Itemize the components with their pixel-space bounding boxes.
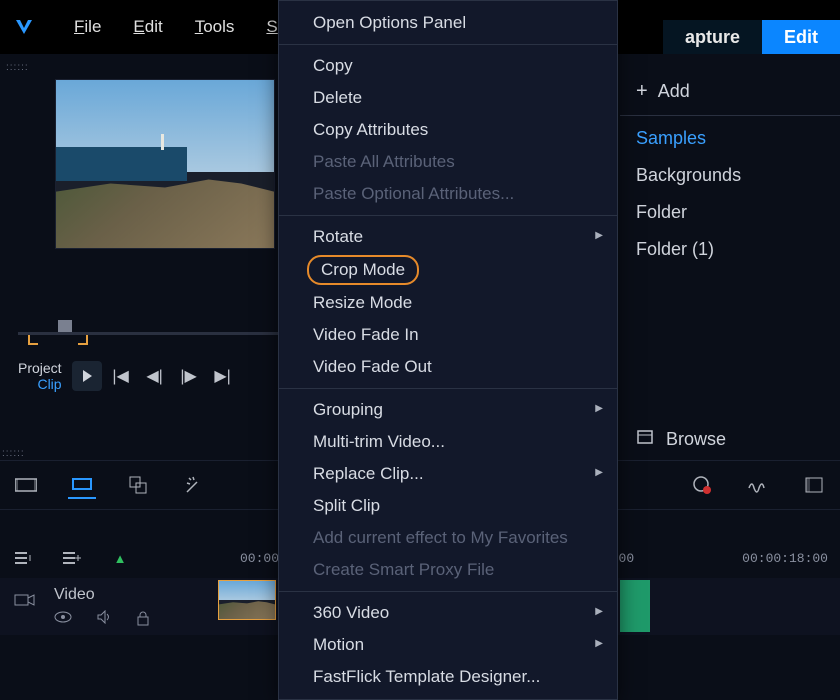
mark-out-icon[interactable] — [78, 335, 88, 345]
preview-scrubber[interactable] — [18, 320, 278, 335]
cm-fastflick[interactable]: FastFlick Template Designer... — [279, 661, 617, 693]
chapter-icon[interactable] — [800, 471, 828, 499]
storyboard-view-icon[interactable] — [12, 471, 40, 499]
track-list-icon[interactable] — [12, 546, 36, 570]
fx-tool-icon[interactable] — [180, 471, 208, 499]
preview-viewport[interactable] — [55, 79, 275, 249]
cm-add-favorite: Add current effect to My Favorites — [279, 522, 617, 554]
plus-icon: + — [636, 80, 648, 103]
library-add[interactable]: +Add — [620, 72, 840, 111]
tab-capture[interactable]: apture — [663, 20, 762, 54]
cm-rotate[interactable]: Rotate — [279, 221, 617, 253]
library-browse[interactable]: Browse — [620, 420, 840, 459]
track-audio-icon[interactable] — [96, 610, 112, 631]
library-folder-backgrounds[interactable]: Backgrounds — [620, 157, 840, 194]
timeline-view-icon[interactable] — [68, 471, 96, 499]
playback-controls: Project Clip |◀ ◀| |▶ ▶| — [18, 360, 238, 392]
cm-grouping[interactable]: Grouping — [279, 394, 617, 426]
mode-project-label[interactable]: Project — [18, 360, 62, 376]
workspace-tabs: apture Edit — [663, 20, 840, 54]
go-end-button[interactable]: ▶| — [208, 361, 238, 391]
track-lock-icon[interactable] — [136, 610, 150, 631]
cm-smart-proxy: Create Smart Proxy File — [279, 554, 617, 586]
cm-split-clip[interactable]: Split Clip — [279, 490, 617, 522]
mode-clip-label[interactable]: Clip — [18, 376, 62, 392]
library-folder[interactable]: Folder — [620, 194, 840, 231]
clip-context-menu: Open Options Panel Copy Delete Copy Attr… — [278, 0, 618, 700]
menu-edit[interactable]: Edit — [117, 17, 178, 37]
panel-grip[interactable]: :::::: — [0, 60, 280, 75]
cm-360-video[interactable]: 360 Video — [279, 597, 617, 629]
cm-copy-attributes[interactable]: Copy Attributes — [279, 114, 617, 146]
cm-video-fade-in[interactable]: Video Fade In — [279, 319, 617, 351]
library-folder-1[interactable]: Folder (1) — [620, 231, 840, 268]
cm-replace-clip[interactable]: Replace Clip... — [279, 458, 617, 490]
playhead-icon[interactable] — [58, 320, 72, 332]
menu-file[interactable]: File — [58, 17, 117, 37]
cm-motion[interactable]: Motion — [279, 629, 617, 661]
cm-video-fade-out[interactable]: Video Fade Out — [279, 351, 617, 383]
cm-delete[interactable]: Delete — [279, 82, 617, 114]
track-visible-icon[interactable] — [54, 610, 72, 631]
cm-resize-mode[interactable]: Resize Mode — [279, 287, 617, 319]
cm-copy[interactable]: Copy — [279, 50, 617, 82]
preview-panel: :::::: — [0, 60, 280, 249]
collapse-tracks-icon[interactable]: ▲ — [108, 546, 132, 570]
add-track-icon[interactable] — [60, 546, 84, 570]
library-folder-samples[interactable]: Samples — [620, 120, 840, 157]
library-panel: +Add Samples Backgrounds Folder Folder (… — [620, 72, 840, 268]
browse-icon — [636, 428, 654, 451]
cm-multi-trim[interactable]: Multi-trim Video... — [279, 426, 617, 458]
timecode-right: 00:00:18:00 — [742, 551, 828, 566]
timeline-clip[interactable] — [218, 580, 276, 620]
cm-paste-optional-attributes: Paste Optional Attributes... — [279, 178, 617, 210]
video-track-label: Video — [54, 586, 95, 604]
cm-open-options[interactable]: Open Options Panel — [279, 7, 617, 39]
tab-edit[interactable]: Edit — [762, 20, 840, 54]
record-icon[interactable] — [688, 471, 716, 499]
menu-tools[interactable]: Tools — [179, 17, 251, 37]
replace-mode-icon[interactable] — [124, 471, 152, 499]
audio-mixer-icon[interactable] — [744, 471, 772, 499]
step-forward-button[interactable]: |▶ — [174, 361, 204, 391]
panel-grip-2[interactable]: :::::: — [2, 448, 25, 459]
cm-crop-mode[interactable]: Crop Mode — [307, 255, 419, 285]
video-track-icon[interactable] — [14, 592, 36, 613]
app-logo — [10, 13, 38, 41]
step-back-button[interactable]: ◀| — [140, 361, 170, 391]
cm-paste-all-attributes: Paste All Attributes — [279, 146, 617, 178]
mark-in-icon[interactable] — [28, 335, 38, 345]
play-button[interactable] — [72, 361, 102, 391]
timeline-clip-2[interactable] — [620, 580, 650, 632]
go-start-button[interactable]: |◀ — [106, 361, 136, 391]
